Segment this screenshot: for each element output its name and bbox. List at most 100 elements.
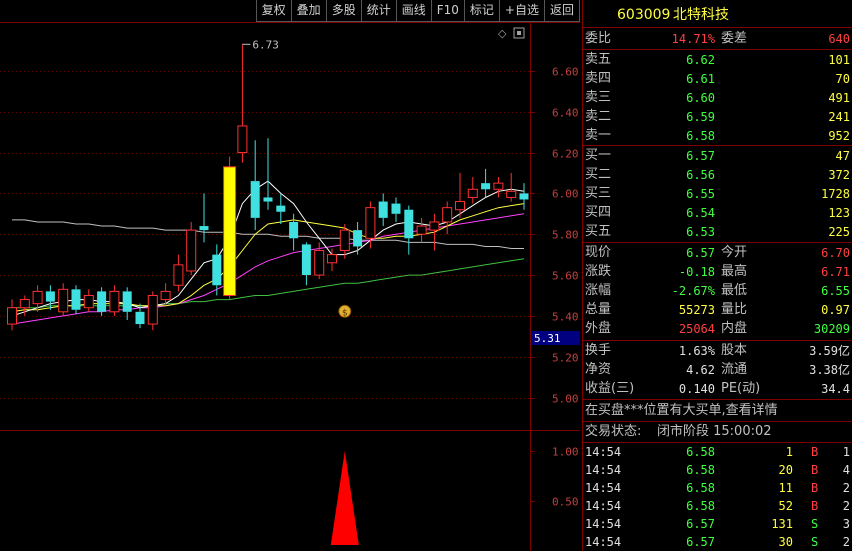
candle [289, 213, 299, 251]
candle-body [71, 289, 81, 310]
stat-row: 现价 6.57 今开 6.70 [583, 244, 852, 262]
ask-price: 6.58 [686, 129, 715, 143]
stat-value: 6.57 [686, 246, 715, 260]
high-marker: 6.73 [242, 38, 279, 51]
bid-row-4[interactable]: 买四 6.54 123 [583, 204, 852, 222]
tick-count: 1 [842, 445, 850, 459]
tick-side: B [811, 445, 819, 459]
candle-body [416, 225, 427, 235]
ask-row-1[interactable]: 卖一 6.58 952 [583, 127, 852, 145]
candle-body [263, 197, 273, 202]
stat-row: 总量 55273 量比 0.97 [583, 301, 852, 319]
stat-label: 涨跌 [585, 264, 612, 279]
stat-label: 内盘 [721, 321, 748, 336]
price-tick-label: 6.60 [552, 66, 579, 79]
window-toggle-icon-inner [517, 31, 521, 35]
ask-row-2[interactable]: 卖二 6.59 241 [583, 108, 852, 126]
candle-body [147, 294, 158, 325]
candle-body [506, 190, 517, 198]
tick-row[interactable]: 14:54 6.58 1 B 1 [583, 443, 852, 461]
tick-count: 2 [842, 499, 850, 513]
price-tick-label: 5.20 [552, 352, 579, 365]
tick-time: 14:54 [585, 445, 622, 459]
candle [416, 217, 427, 243]
bid-label: 买三 [585, 186, 612, 201]
bid-row-5[interactable]: 买五 6.53 225 [583, 223, 852, 241]
candle-body [173, 264, 184, 286]
volume-tick-label: 1.00 [552, 446, 579, 459]
stat-row: 涨幅 -2.67% 最低 6.55 [583, 282, 852, 300]
ask-row-5[interactable]: 卖五 6.62 101 [583, 51, 852, 69]
candle [263, 138, 273, 210]
candle [404, 205, 414, 255]
price-tick-label: 5.60 [552, 270, 579, 283]
tick-volume: 131 [771, 517, 793, 531]
ask-volume: 241 [828, 110, 850, 124]
bid-row-3[interactable]: 买三 6.55 1728 [583, 185, 852, 203]
candle-body [301, 244, 311, 276]
ask-row-4[interactable]: 卖四 6.61 70 [583, 70, 852, 88]
diamond-icon[interactable]: ◇ [498, 27, 507, 40]
ask-row-3[interactable]: 卖三 6.60 491 [583, 89, 852, 107]
candle-body [186, 229, 197, 272]
candle-body [467, 188, 478, 198]
tick-volume: 11 [778, 481, 793, 495]
price-tick-label: 5.80 [552, 229, 579, 242]
bid-volume: 1728 [821, 187, 850, 201]
candle-body [378, 201, 388, 218]
candle-body [481, 183, 491, 190]
stat-label: 最高 [721, 264, 748, 279]
tick-price: 6.58 [686, 445, 715, 459]
candle-body [442, 207, 453, 223]
bid-volume: 47 [835, 149, 850, 163]
stat-value: 6.70 [821, 246, 850, 260]
kline-chart-panel[interactable]: 复权 叠加 多股 统计 画线 F10 标记 +自选 返回 5.00 5.20 5.4… [0, 0, 580, 551]
tick-side: B [811, 463, 819, 477]
tick-row[interactable]: 14:54 6.57 131 S 3 [583, 515, 852, 533]
stock-name: 北特科技 [673, 7, 729, 23]
tick-row[interactable]: 14:54 6.58 52 B 2 [583, 497, 852, 515]
candle [378, 193, 388, 227]
weibi-value: 14.71% [671, 32, 715, 46]
chart-canvas[interactable]: 5.00 5.20 5.40 5.60 5.80 6.00 6.20 6.40 6.60 1.0… [0, 0, 580, 551]
bid-label: 买二 [585, 167, 612, 182]
candle-body [212, 254, 222, 286]
candle-body [58, 288, 69, 313]
tick-price: 6.58 [686, 481, 715, 495]
candle [506, 172, 517, 202]
tick-volume: 52 [778, 499, 793, 513]
ask-price: 6.59 [686, 110, 715, 124]
bid-label: 买五 [585, 224, 612, 239]
ask-volume: 952 [828, 129, 850, 143]
stat-row: 外盘 25064 内盘 30209 [583, 320, 852, 338]
stat-value: 6.71 [821, 265, 850, 279]
candle-body [493, 182, 504, 190]
tick-price: 6.58 [686, 463, 715, 477]
bid-row-2[interactable]: 买二 6.56 372 [583, 166, 852, 184]
tick-row[interactable]: 14:54 6.58 11 B 2 [583, 479, 852, 497]
fundamental-label: PE(动) [721, 381, 761, 396]
stat-value: 6.55 [821, 284, 850, 298]
ask-volume: 491 [828, 91, 850, 105]
candle [147, 291, 158, 331]
stat-value: 30209 [813, 322, 850, 336]
price-gridlines [0, 71, 530, 399]
tick-time: 14:54 [585, 481, 622, 495]
stock-code: 603009 [617, 7, 671, 23]
stat-label: 现价 [585, 245, 612, 260]
tick-count: 3 [842, 517, 850, 531]
candle-body [19, 299, 30, 309]
candle-body [7, 307, 17, 325]
candle [173, 254, 184, 292]
tick-row[interactable]: 14:54 6.58 20 B 4 [583, 461, 852, 479]
candle-body [391, 203, 401, 214]
fundamental-row: 收益(三) 0.140 PE(动) 34.4 [583, 380, 852, 398]
price-tick-label: 6.20 [552, 148, 579, 161]
big-order-notice[interactable]: 在买盘***位置有大买单,查看详情 [583, 402, 852, 420]
tick-count: 2 [842, 481, 850, 495]
bid-row-1[interactable]: 买一 6.57 47 [583, 147, 852, 165]
bid-volume: 123 [828, 206, 850, 220]
tick-row[interactable]: 14:54 6.57 30 S 2 [583, 533, 852, 551]
stat-value: 25064 [678, 322, 715, 336]
tick-count: 4 [842, 463, 850, 477]
